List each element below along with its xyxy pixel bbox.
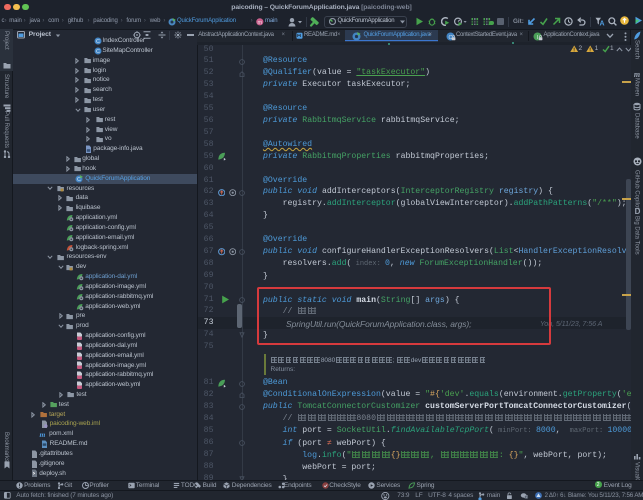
svg-text:m: m xyxy=(633,70,639,78)
svg-text:D: D xyxy=(634,207,640,215)
